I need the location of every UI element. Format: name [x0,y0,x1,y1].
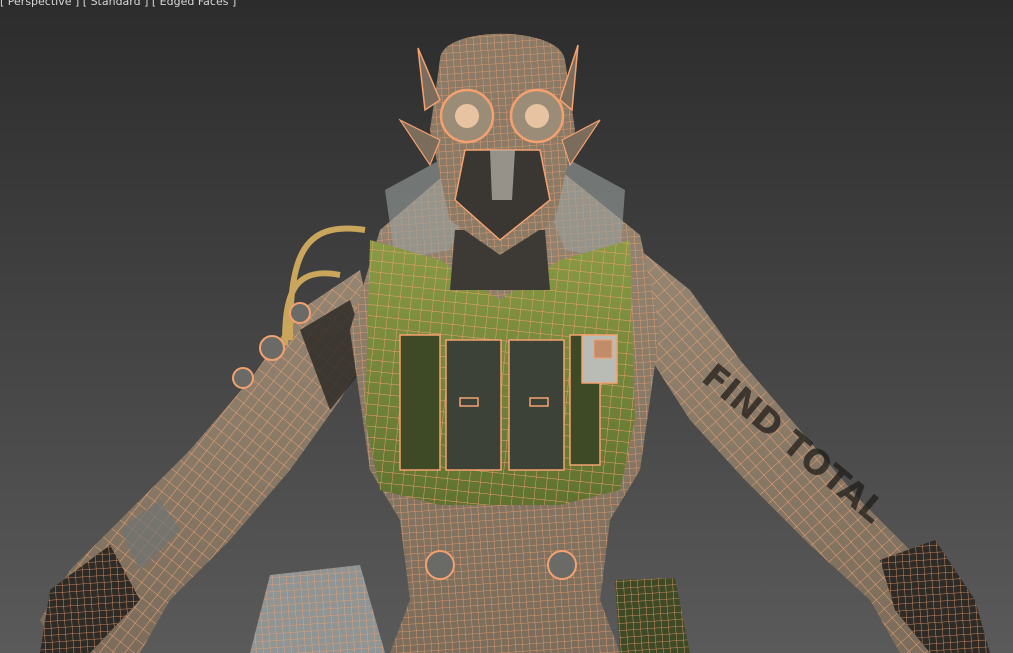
viewport-scene[interactable]: FIND TOTAL [0,0,1013,653]
vest-pouch-center-right [508,339,565,471]
vest-pouch-left [399,334,441,471]
vest-pouch-center-left [445,339,502,471]
3d-viewport[interactable]: FIND TOTAL [Perspective] [Standard] … [0,0,1013,653]
viewport-label[interactable]: [ Perspective ] [ Standard ] [ Edged Fac… [0,0,236,9]
